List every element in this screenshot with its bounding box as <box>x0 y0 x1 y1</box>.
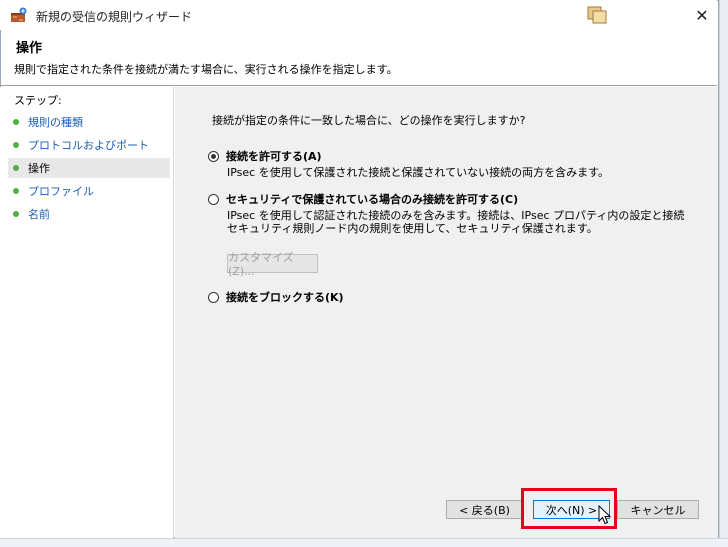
step-label: プロトコルおよびポート <box>28 139 149 152</box>
radio-button[interactable] <box>208 291 219 303</box>
step-item-action[interactable]: 操作 <box>8 158 170 178</box>
step-item-name[interactable]: 名前 <box>8 204 170 224</box>
step-label: 規則の種類 <box>28 116 83 129</box>
close-button[interactable]: ✕ <box>686 2 718 28</box>
radio-label: 接続を許可する(A) <box>226 150 322 163</box>
step-item-profile[interactable]: プロファイル <box>8 181 170 201</box>
option-description: IPsec を使用して認証された接続のみを含みます。接続は、IPsec プロパテ… <box>227 209 685 222</box>
radio-label: 接続をブロックする(K) <box>226 291 344 304</box>
step-label: 名前 <box>28 208 50 221</box>
step-label: 操作 <box>28 162 50 175</box>
mouse-cursor-icon <box>598 504 612 525</box>
page-title: 操作 <box>16 41 43 56</box>
firewall-icon <box>10 7 28 23</box>
step-bullet-icon <box>13 165 19 171</box>
option-description: セキュリティ規則ノード内の規則を使用して、セキュリティ保護されます。 <box>227 222 598 235</box>
step-item-rule-type[interactable]: 規則の種類 <box>8 112 170 132</box>
step-bullet-icon <box>13 119 19 125</box>
radio-allow-if-secure[interactable]: セキュリティで保護されている場合のみ接続を許可する(C) <box>208 190 518 208</box>
step-label: プロファイル <box>28 185 94 198</box>
background-window-edge <box>719 0 728 546</box>
customize-button[interactable]: カスタマイズ(Z)... <box>227 251 318 278</box>
step-bullet-icon <box>13 188 19 194</box>
action-question: 接続が指定の条件に一致した場合に、どの操作を実行しますか? <box>212 114 526 127</box>
option-description: IPsec を使用して保護された接続と保護されていない接続の両方を含みます。 <box>227 166 609 179</box>
window-title: 新規の受信の規則ウィザード <box>36 10 193 24</box>
page-description: 規則で指定された条件を接続が満たす場合に、実行される操作を指定します。 <box>14 63 398 76</box>
step-bullet-icon <box>13 211 19 217</box>
close-icon: ✕ <box>695 5 709 25</box>
radio-block-connection[interactable]: 接続をブロックする(K) <box>208 288 344 306</box>
radio-button[interactable] <box>208 193 219 205</box>
steps-label: ステップ: <box>14 94 62 107</box>
help-icon[interactable] <box>586 5 608 25</box>
radio-allow-connection[interactable]: 接続を許可する(A) <box>208 147 322 165</box>
step-item-protocol-port[interactable]: プロトコルおよびポート <box>8 135 170 155</box>
cancel-button[interactable]: キャンセル <box>617 500 699 519</box>
step-bullet-icon <box>13 142 19 148</box>
back-button[interactable]: < 戻る(B) <box>446 500 523 519</box>
radio-button[interactable] <box>208 150 219 162</box>
radio-label: セキュリティで保護されている場合のみ接続を許可する(C) <box>226 193 519 206</box>
header-divider <box>0 85 717 86</box>
